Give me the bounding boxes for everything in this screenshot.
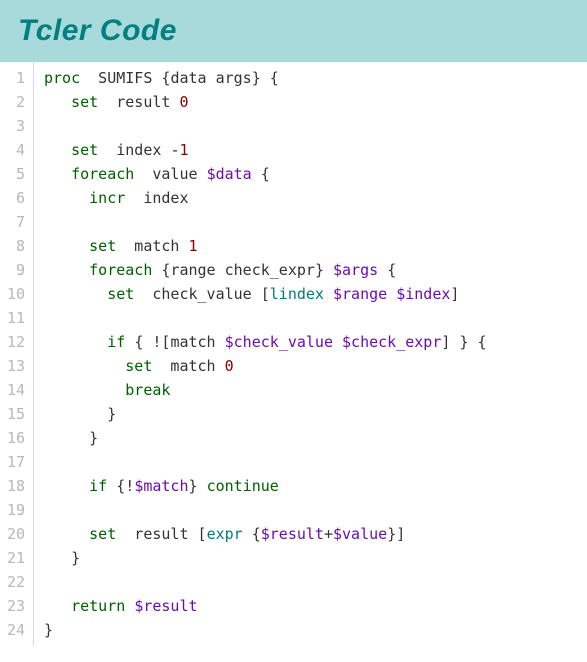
line-number: 9 [4, 258, 25, 282]
code-line [44, 114, 487, 138]
code-line: } [44, 402, 487, 426]
code-line [44, 570, 487, 594]
code-line: } [44, 546, 487, 570]
code-line [44, 306, 487, 330]
line-number: 15 [4, 402, 25, 426]
code-line [44, 450, 487, 474]
line-number: 3 [4, 114, 25, 138]
code-line: return $result [44, 594, 487, 618]
code-line: incr index [44, 186, 487, 210]
code-line: proc SUMIFS {data args} { [44, 66, 487, 90]
line-number: 16 [4, 426, 25, 450]
code-line: } [44, 618, 487, 642]
line-number: 19 [4, 498, 25, 522]
line-number: 20 [4, 522, 25, 546]
code-line [44, 498, 487, 522]
line-number: 24 [4, 618, 25, 642]
code-line [44, 210, 487, 234]
line-number: 8 [4, 234, 25, 258]
code-line: set result 0 [44, 90, 487, 114]
line-number: 13 [4, 354, 25, 378]
code-line: set match 1 [44, 234, 487, 258]
line-number: 17 [4, 450, 25, 474]
line-number: 18 [4, 474, 25, 498]
line-number: 23 [4, 594, 25, 618]
line-number: 1 [4, 66, 25, 90]
code-line: if {!$match} continue [44, 474, 487, 498]
line-number: 6 [4, 186, 25, 210]
code-block: 123456789101112131415161718192021222324 … [0, 62, 587, 646]
code-line: } [44, 426, 487, 450]
line-number: 7 [4, 210, 25, 234]
line-number: 5 [4, 162, 25, 186]
code-line: if { ![match $check_value $check_expr] }… [44, 330, 487, 354]
code-line: foreach value $data { [44, 162, 487, 186]
code-line: set match 0 [44, 354, 487, 378]
line-number: 4 [4, 138, 25, 162]
line-number: 22 [4, 570, 25, 594]
code-line: set index -1 [44, 138, 487, 162]
line-number: 10 [4, 282, 25, 306]
line-number: 21 [4, 546, 25, 570]
line-number: 11 [4, 306, 25, 330]
line-number: 14 [4, 378, 25, 402]
code-line: set check_value [lindex $range $index] [44, 282, 487, 306]
header: Tcler Code [0, 0, 587, 62]
line-number: 2 [4, 90, 25, 114]
code-line: set result [expr {$result+$value}] [44, 522, 487, 546]
page-title: Tcler Code [18, 14, 569, 48]
code-content: proc SUMIFS {data args} { set result 0 s… [34, 62, 487, 646]
line-number: 12 [4, 330, 25, 354]
code-line: break [44, 378, 487, 402]
code-line: foreach {range check_expr} $args { [44, 258, 487, 282]
line-number-gutter: 123456789101112131415161718192021222324 [0, 62, 34, 646]
